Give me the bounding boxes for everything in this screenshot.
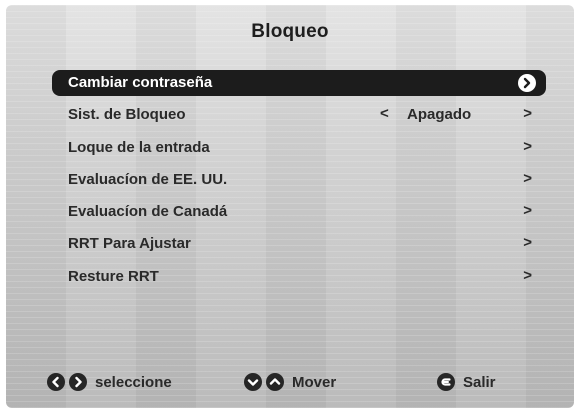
- exit-hint: Salir: [437, 373, 496, 391]
- menu-item-label: Cambiar contraseña: [68, 74, 213, 91]
- menu-item-lock-system[interactable]: Sist. de Bloqueo < Apagado >: [52, 102, 546, 128]
- exit-icon: [437, 373, 455, 391]
- menu-item-canada-rating[interactable]: Evaluacíon de Canadá >: [52, 199, 546, 225]
- menu-item-reset-rrt[interactable]: Resture RRT >: [52, 264, 546, 290]
- lock-system-value: Apagado: [407, 106, 472, 124]
- menu-item-label: Evaluacíon de Canadá: [68, 203, 228, 221]
- chevron-right-icon: [69, 373, 87, 391]
- lock-menu: Cambiar contraseña Sist. de Bloqueo < Ap…: [52, 70, 546, 296]
- chevron-down-icon: [244, 373, 262, 391]
- exit-hint-label: Salir: [463, 373, 496, 391]
- menu-item-label: Sist. de Bloqueo: [68, 106, 186, 124]
- menu-item-label: Loque de la entrada: [68, 138, 210, 156]
- menu-item-label: RRT Para Ajustar: [68, 235, 191, 253]
- menu-item-input-block[interactable]: Loque de la entrada >: [52, 135, 546, 161]
- chevron-right-icon: >: [523, 234, 532, 252]
- chevron-right-icon: >: [523, 202, 532, 220]
- menu-item-label: Resture RRT: [68, 267, 159, 285]
- chevron-left-icon[interactable]: <: [380, 105, 389, 122]
- menu-item-label: Evaluacíon de EE. UU.: [68, 170, 228, 188]
- chevron-up-icon: [266, 373, 284, 391]
- chevron-right-icon: >: [523, 137, 532, 155]
- footer-hints: seleccione Mover Salir: [6, 373, 574, 397]
- chevron-right-icon: >: [523, 266, 532, 284]
- page-title: Bloqueo: [251, 21, 329, 42]
- circle-chevron-right-icon: [518, 74, 536, 92]
- lock-menu-screen: Bloqueo Cambiar contraseña Sist. de Bloq…: [6, 5, 574, 408]
- select-hint-label: seleccione: [95, 373, 172, 391]
- menu-item-us-rating[interactable]: Evaluacíon de EE. UU. >: [52, 167, 546, 193]
- move-hint: Mover: [244, 373, 336, 391]
- select-hint: seleccione: [47, 373, 172, 391]
- chevron-right-icon[interactable]: >: [523, 105, 532, 122]
- move-hint-label: Mover: [292, 373, 337, 391]
- chevron-right-icon: >: [523, 169, 532, 187]
- chevron-left-icon: [47, 373, 65, 391]
- menu-item-rrt-adjust[interactable]: RRT Para Ajustar >: [52, 231, 546, 257]
- menu-item-change-password[interactable]: Cambiar contraseña: [52, 70, 546, 96]
